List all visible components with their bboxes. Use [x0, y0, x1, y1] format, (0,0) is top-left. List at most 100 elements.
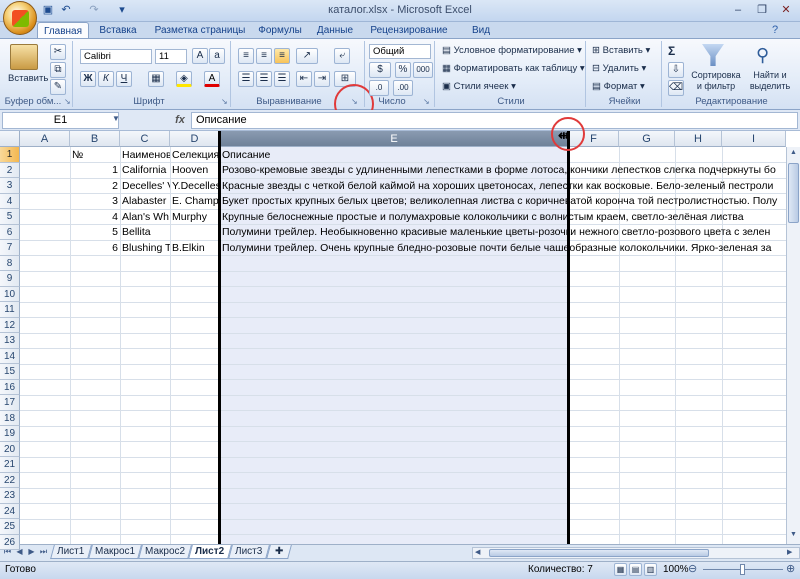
- tab-page-layout[interactable]: Разметка страницы: [149, 22, 251, 39]
- cut-icon[interactable]: ✂: [50, 44, 66, 60]
- percent-button[interactable]: %: [395, 62, 411, 78]
- clear-icon[interactable]: ⌫: [668, 80, 684, 96]
- horizontal-scrollbar[interactable]: ◀ ▶: [472, 547, 800, 559]
- cell-c7[interactable]: Blushing T: [120, 241, 170, 256]
- zoom-level[interactable]: 100%: [663, 562, 689, 578]
- cell-b4[interactable]: 3: [70, 194, 120, 209]
- column-header-i[interactable]: I: [722, 131, 786, 147]
- column-header-a[interactable]: A: [20, 131, 70, 147]
- office-button[interactable]: [3, 1, 37, 35]
- page-layout-view-icon[interactable]: ▤: [629, 563, 642, 576]
- cell-d3[interactable]: Y.Decelles: [170, 179, 220, 194]
- orientation-icon[interactable]: ↗: [296, 48, 318, 64]
- format-cells-button[interactable]: ▤ Формат ▾: [592, 80, 645, 94]
- row-header-22[interactable]: 22: [0, 472, 20, 488]
- cell-e1[interactable]: Описание: [220, 148, 340, 163]
- vertical-scroll-thumb[interactable]: [788, 163, 799, 223]
- row-header-21[interactable]: 21: [0, 457, 20, 473]
- horizontal-scroll-thumb[interactable]: [489, 549, 709, 557]
- name-box-dropdown-icon[interactable]: ▼: [112, 114, 120, 123]
- conditional-formatting-button[interactable]: ▤ Условное форматирование ▾: [442, 44, 582, 58]
- thousands-button[interactable]: 000: [413, 62, 433, 78]
- name-box[interactable]: E1: [2, 112, 119, 129]
- font-name-combo[interactable]: Calibri: [80, 49, 152, 64]
- row-header-17[interactable]: 17: [0, 395, 20, 411]
- page-break-view-icon[interactable]: ▥: [644, 563, 657, 576]
- row-header-25[interactable]: 25: [0, 519, 20, 535]
- delete-cells-button[interactable]: ⊟ Удалить ▾: [592, 62, 646, 76]
- fill-icon[interactable]: ⇩: [668, 62, 684, 78]
- sheet-tab-list1[interactable]: Лист1: [50, 545, 92, 559]
- find-select-button[interactable]: Найти и выделить: [744, 70, 796, 92]
- row-header-13[interactable]: 13: [0, 333, 20, 349]
- fill-color-icon[interactable]: ◈: [176, 71, 192, 87]
- cell-b1[interactable]: №: [70, 148, 120, 163]
- tab-formulas[interactable]: Формулы: [255, 22, 305, 39]
- cell-c2[interactable]: California: [120, 163, 170, 178]
- cell-c4[interactable]: Alabaster: [120, 194, 170, 209]
- row-header-8[interactable]: 8: [0, 255, 20, 271]
- clipboard-launcher-icon[interactable]: ↘: [64, 97, 71, 106]
- insert-cells-button[interactable]: ⊞ Вставить ▾: [592, 44, 650, 58]
- row-header-23[interactable]: 23: [0, 488, 20, 504]
- grow-font-icon[interactable]: A: [192, 48, 208, 64]
- row-header-26[interactable]: 26: [0, 534, 20, 550]
- column-header-c[interactable]: C: [120, 131, 170, 147]
- borders-icon[interactable]: ▦: [148, 71, 164, 87]
- row-header-3[interactable]: 3: [0, 178, 20, 194]
- cell-d2[interactable]: Hooven: [170, 163, 220, 178]
- wrap-text-icon[interactable]: ⤶: [334, 48, 350, 64]
- row-header-4[interactable]: 4: [0, 193, 20, 209]
- cell-e7[interactable]: Полумини трейлер. Очень крупные бледно-р…: [220, 241, 786, 256]
- sheet-tab-macro1[interactable]: Макрос1: [88, 545, 142, 559]
- increase-indent-icon[interactable]: ⇥: [314, 71, 330, 87]
- paste-button[interactable]: Вставить: [8, 72, 48, 86]
- tab-view[interactable]: Вид: [462, 22, 500, 39]
- decrease-indent-icon[interactable]: ⇤: [296, 71, 312, 87]
- row-header-12[interactable]: 12: [0, 317, 20, 333]
- currency-icon[interactable]: $: [369, 62, 391, 78]
- insert-function-button[interactable]: fx: [170, 112, 190, 129]
- row-header-1[interactable]: 1: [0, 147, 20, 163]
- copy-icon[interactable]: ⧉: [50, 62, 66, 78]
- row-header-5[interactable]: 5: [0, 209, 20, 225]
- close-icon[interactable]: ✕: [774, 2, 798, 19]
- cell-e5[interactable]: Крупные белоснежные простые и полумахров…: [220, 210, 786, 225]
- font-color-icon[interactable]: A: [204, 71, 220, 87]
- formula-input[interactable]: Описание: [191, 112, 798, 129]
- cell-styles-button[interactable]: ▣ Стили ячеек ▾: [442, 80, 516, 94]
- column-header-g[interactable]: G: [619, 131, 675, 147]
- cell-d5[interactable]: Murphy: [170, 210, 220, 225]
- sheet-tab-macro2[interactable]: Макрос2: [138, 545, 192, 559]
- font-launcher-icon[interactable]: ↘: [221, 97, 228, 106]
- column-header-e[interactable]: E: [220, 131, 569, 147]
- select-all-corner[interactable]: [0, 131, 20, 147]
- zoom-out-icon[interactable]: ⊖: [688, 563, 697, 576]
- insert-sheet-icon[interactable]: ✚: [266, 545, 292, 559]
- row-header-7[interactable]: 7: [0, 240, 20, 256]
- cell-e6[interactable]: Полумини трейлер. Необыкновенно красивые…: [220, 225, 786, 240]
- align-center-icon[interactable]: ☰: [256, 71, 272, 87]
- cell-c5[interactable]: Alan's Wh: [120, 210, 170, 225]
- row-header-20[interactable]: 20: [0, 441, 20, 457]
- autosum-icon[interactable]: Σ: [668, 44, 675, 58]
- cell-b6[interactable]: 5: [70, 225, 120, 240]
- zoom-slider-thumb[interactable]: [740, 564, 745, 575]
- align-middle-icon[interactable]: ≡: [256, 48, 272, 64]
- italic-button[interactable]: К: [98, 71, 114, 87]
- scroll-up-icon[interactable]: ▲: [788, 149, 799, 160]
- decrease-decimal-icon[interactable]: .00: [393, 80, 413, 96]
- row-header-2[interactable]: 2: [0, 162, 20, 178]
- row-header-10[interactable]: 10: [0, 286, 20, 302]
- scroll-left-icon[interactable]: ◀: [475, 548, 485, 558]
- bold-button[interactable]: Ж: [80, 71, 96, 87]
- help-icon[interactable]: ?: [772, 24, 778, 36]
- cell-b7[interactable]: 6: [70, 241, 120, 256]
- sheet-tab-list3[interactable]: Лист3: [228, 545, 270, 559]
- align-left-icon[interactable]: ☰: [238, 71, 254, 87]
- scroll-down-icon[interactable]: ▼: [788, 531, 799, 542]
- cell-e2[interactable]: Розово-кремовые звезды с удлиненными леп…: [220, 163, 786, 178]
- scroll-right-icon[interactable]: ▶: [787, 548, 797, 558]
- cell-b3[interactable]: 2: [70, 179, 120, 194]
- row-header-11[interactable]: 11: [0, 302, 20, 318]
